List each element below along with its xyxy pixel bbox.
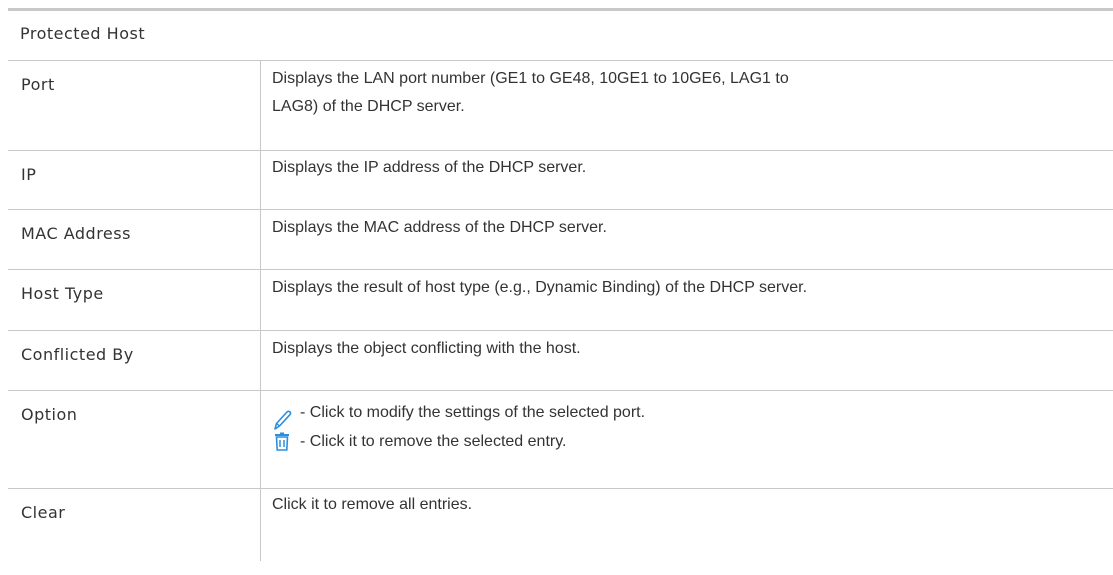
table-row-host-type: Host Type Displays the result of host ty… (8, 270, 1113, 331)
desc-port-line-2: LAG8) of the DHCP server. (272, 98, 465, 115)
table-row-conflicted-by: Conflicted By Displays the object confli… (8, 331, 1113, 391)
table-row-port: Port Displays the LAN port number (GE1 t… (8, 61, 1113, 151)
desc-ip: Displays the IP address of the DHCP serv… (272, 159, 587, 176)
option-delete-text: - Click it to remove the selected entry. (300, 433, 567, 450)
option-edit-text: - Click to modify the settings of the se… (300, 404, 646, 421)
desc-port: Displays the LAN port number (GE1 to GE4… (261, 61, 1113, 150)
term-port: Port (8, 61, 261, 150)
desc-option: - Click to modify the settings of the se… (261, 391, 1113, 488)
term-option: Option (8, 391, 261, 488)
desc-conflicted-by: Displays the object conflicting with the… (272, 340, 581, 357)
trash-icon (272, 432, 292, 452)
desc-clear: Click it to remove all entries. (272, 496, 473, 513)
desc-host-type: Displays the result of host type (e.g., … (272, 279, 808, 296)
option-delete-line: - Click it to remove the selected entry. (272, 427, 1113, 457)
table-row-mac-address: MAC Address Displays the MAC address of … (8, 210, 1113, 270)
table-row-option: Option - Click to modify the settings of… (8, 391, 1113, 489)
desc-mac-address: Displays the MAC address of the DHCP ser… (272, 219, 607, 236)
term-ip: IP (8, 151, 261, 209)
term-clear: Clear (8, 489, 261, 561)
term-conflicted-by: Conflicted By (8, 331, 261, 390)
term-mac-address: MAC Address (8, 210, 261, 269)
desc-port-line-1: Displays the LAN port number (GE1 to GE4… (272, 70, 789, 87)
table-row-clear: Clear Click it to remove all entries. (8, 489, 1113, 561)
protected-host-table: Protected Host Port Displays the LAN por… (8, 8, 1113, 561)
term-host-type: Host Type (8, 270, 261, 330)
section-title: Protected Host (8, 11, 1113, 61)
pencil-icon (272, 407, 292, 430)
option-edit-line: - Click to modify the settings of the se… (272, 393, 1113, 430)
table-row-ip: IP Displays the IP address of the DHCP s… (8, 151, 1113, 210)
